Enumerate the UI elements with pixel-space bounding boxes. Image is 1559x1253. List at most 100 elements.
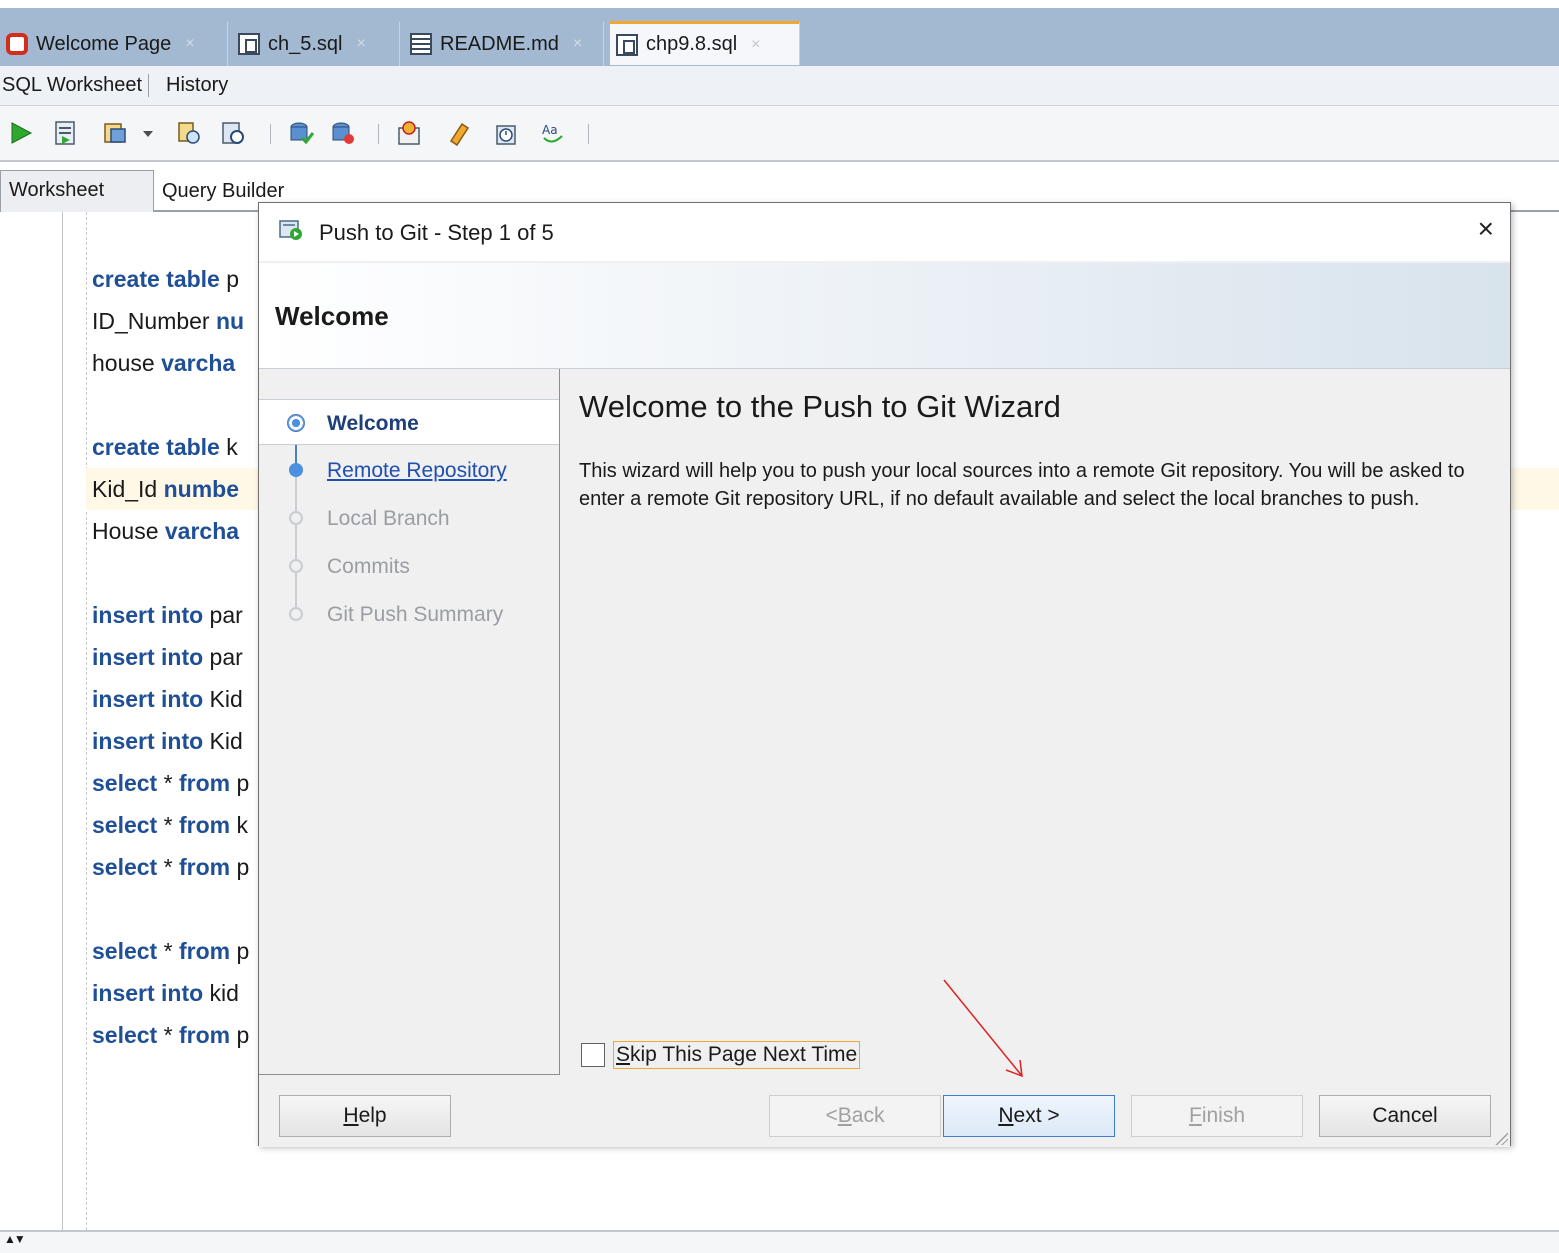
wizard-header-title: Welcome [275,301,389,331]
sql-keyword: numbe [163,476,239,502]
code-text: House [92,518,165,544]
toolbar-separator [270,124,271,144]
code-text: p [230,770,250,796]
sql-tuning-advisor-icon[interactable] [220,120,246,146]
oracle-logo-icon [6,33,28,55]
code-text: * [157,1022,179,1048]
sql-keyword: select [92,812,158,838]
step-dot-icon [289,607,303,621]
sql-keyword: create table [92,434,220,460]
dialog-title: Push to Git - Step 1 of 5 [319,220,554,245]
unshared-sql-worksheet-icon[interactable] [396,120,422,146]
tab-label: chp9.8.sql [646,33,738,55]
skip-page-checkbox[interactable] [581,1043,605,1067]
tab-query-builder[interactable]: Query Builder [162,180,284,203]
dialog-titlebar[interactable]: Push to Git - Step 1 of 5 × [259,203,1510,261]
tab-welcome-page[interactable]: Welcome Page × [0,22,228,66]
split-pane-arrows-icon[interactable]: ▲▼ [4,1232,26,1246]
code-text: kid [203,980,239,1006]
run-statement-icon[interactable] [8,120,34,146]
next-button[interactable]: Next > [943,1095,1115,1137]
wizard-step-welcome[interactable]: Welcome [259,399,559,445]
back-button[interactable]: < Back [769,1095,941,1137]
code-margin [86,212,87,1230]
step-label: Git Push Summary [327,603,504,626]
step-dot-icon [289,559,303,573]
step-label: Remote Repository [327,459,507,482]
wizard-step-list: Welcome Remote Repository Local Branch C… [259,369,560,1075]
code-line: ID_Number nu [92,308,244,335]
run-script-icon[interactable] [52,120,78,146]
code-text: par [203,602,243,628]
finish-button[interactable]: Finish [1131,1095,1303,1137]
tab-label: README.md [440,32,559,55]
code-text: par [203,644,243,670]
code-text: * [157,938,179,964]
resize-grip-icon[interactable] [1494,1131,1508,1145]
sql-keyword: select [92,854,158,880]
skip-page-option[interactable]: Skip This Page Next Time [581,1041,861,1069]
autotrace-icon[interactable] [102,120,128,146]
close-icon[interactable]: × [751,36,760,54]
tab-sql-worksheet[interactable]: SQL Worksheet [2,74,150,97]
code-line: select * from p [92,854,249,881]
code-line: select * from p [92,770,249,797]
editor-bottom-bar: ▲▼ [0,1230,1559,1253]
content-description: This wizard will help you to push your l… [579,460,1465,510]
code-text: Kid_Id [92,476,164,502]
code-text: Kid [203,728,243,754]
chevron-down-icon[interactable] [140,120,156,146]
tab-ch-5-sql[interactable]: ch_5.sql × [232,22,400,66]
code-line: House varcha [92,518,239,545]
to-upper-lower-case-icon[interactable]: Aa [540,120,566,146]
code-line: insert into kid [92,980,239,1007]
step-label: Local Branch [327,507,450,530]
sql-keyword: varcha [161,350,236,376]
sql-history-icon[interactable] [494,120,520,146]
content-heading: Welcome to the Push to Git Wizard [579,389,1061,424]
sql-keyword: select [92,938,158,964]
code-text: p [230,938,250,964]
code-text: k [230,812,248,838]
tab-chp9-8-sql[interactable]: chp9.8.sql × [610,21,800,65]
worksheet-toolbar: Aa [0,106,1559,162]
close-icon[interactable]: × [357,35,366,53]
sql-file-icon [238,33,260,55]
code-text: * [157,854,179,880]
sql-keyword: insert into [92,980,204,1006]
explain-plan-icon[interactable] [176,120,202,146]
toolbar-separator [378,124,379,144]
document-tab-strip: Welcome Page × ch_5.sql × README.md × ch… [0,8,1559,66]
code-line: create table k [92,434,238,461]
code-text: * [157,770,179,796]
sql-keyword: insert into [92,644,204,670]
commit-icon[interactable] [288,120,314,146]
sql-keyword: from [178,938,231,964]
code-line: create table p [92,266,239,293]
help-button[interactable]: Help [279,1095,451,1137]
sql-keyword: select [92,1022,158,1048]
code-text: ID_Number [92,308,216,334]
sql-keyword: insert into [92,686,204,712]
step-label: Welcome [327,412,419,435]
skip-page-label[interactable]: Skip This Page Next Time [613,1041,861,1069]
tab-history[interactable]: History [166,74,228,97]
close-icon[interactable]: × [185,35,194,53]
code-line: Kid_Id numbe [92,476,239,503]
sql-keyword: insert into [92,728,204,754]
sql-keyword: insert into [92,602,204,628]
tab-readme-md[interactable]: README.md × [404,22,604,66]
clear-eraser-icon[interactable] [446,120,472,146]
step-dot-icon [289,463,303,477]
tab-worksheet[interactable]: Worksheet [0,170,154,212]
wizard-step-local-branch: Local Branch [259,495,559,541]
wizard-header: Welcome [259,263,1510,369]
code-line: select * from p [92,938,249,965]
sql-keyword: create table [92,266,220,292]
rollback-icon[interactable] [330,120,356,146]
sql-keyword: from [178,1022,231,1048]
close-icon[interactable]: × [573,35,582,53]
close-icon[interactable]: × [1478,213,1494,245]
cancel-button[interactable]: Cancel [1319,1095,1491,1137]
wizard-step-remote-repository[interactable]: Remote Repository [259,447,559,493]
